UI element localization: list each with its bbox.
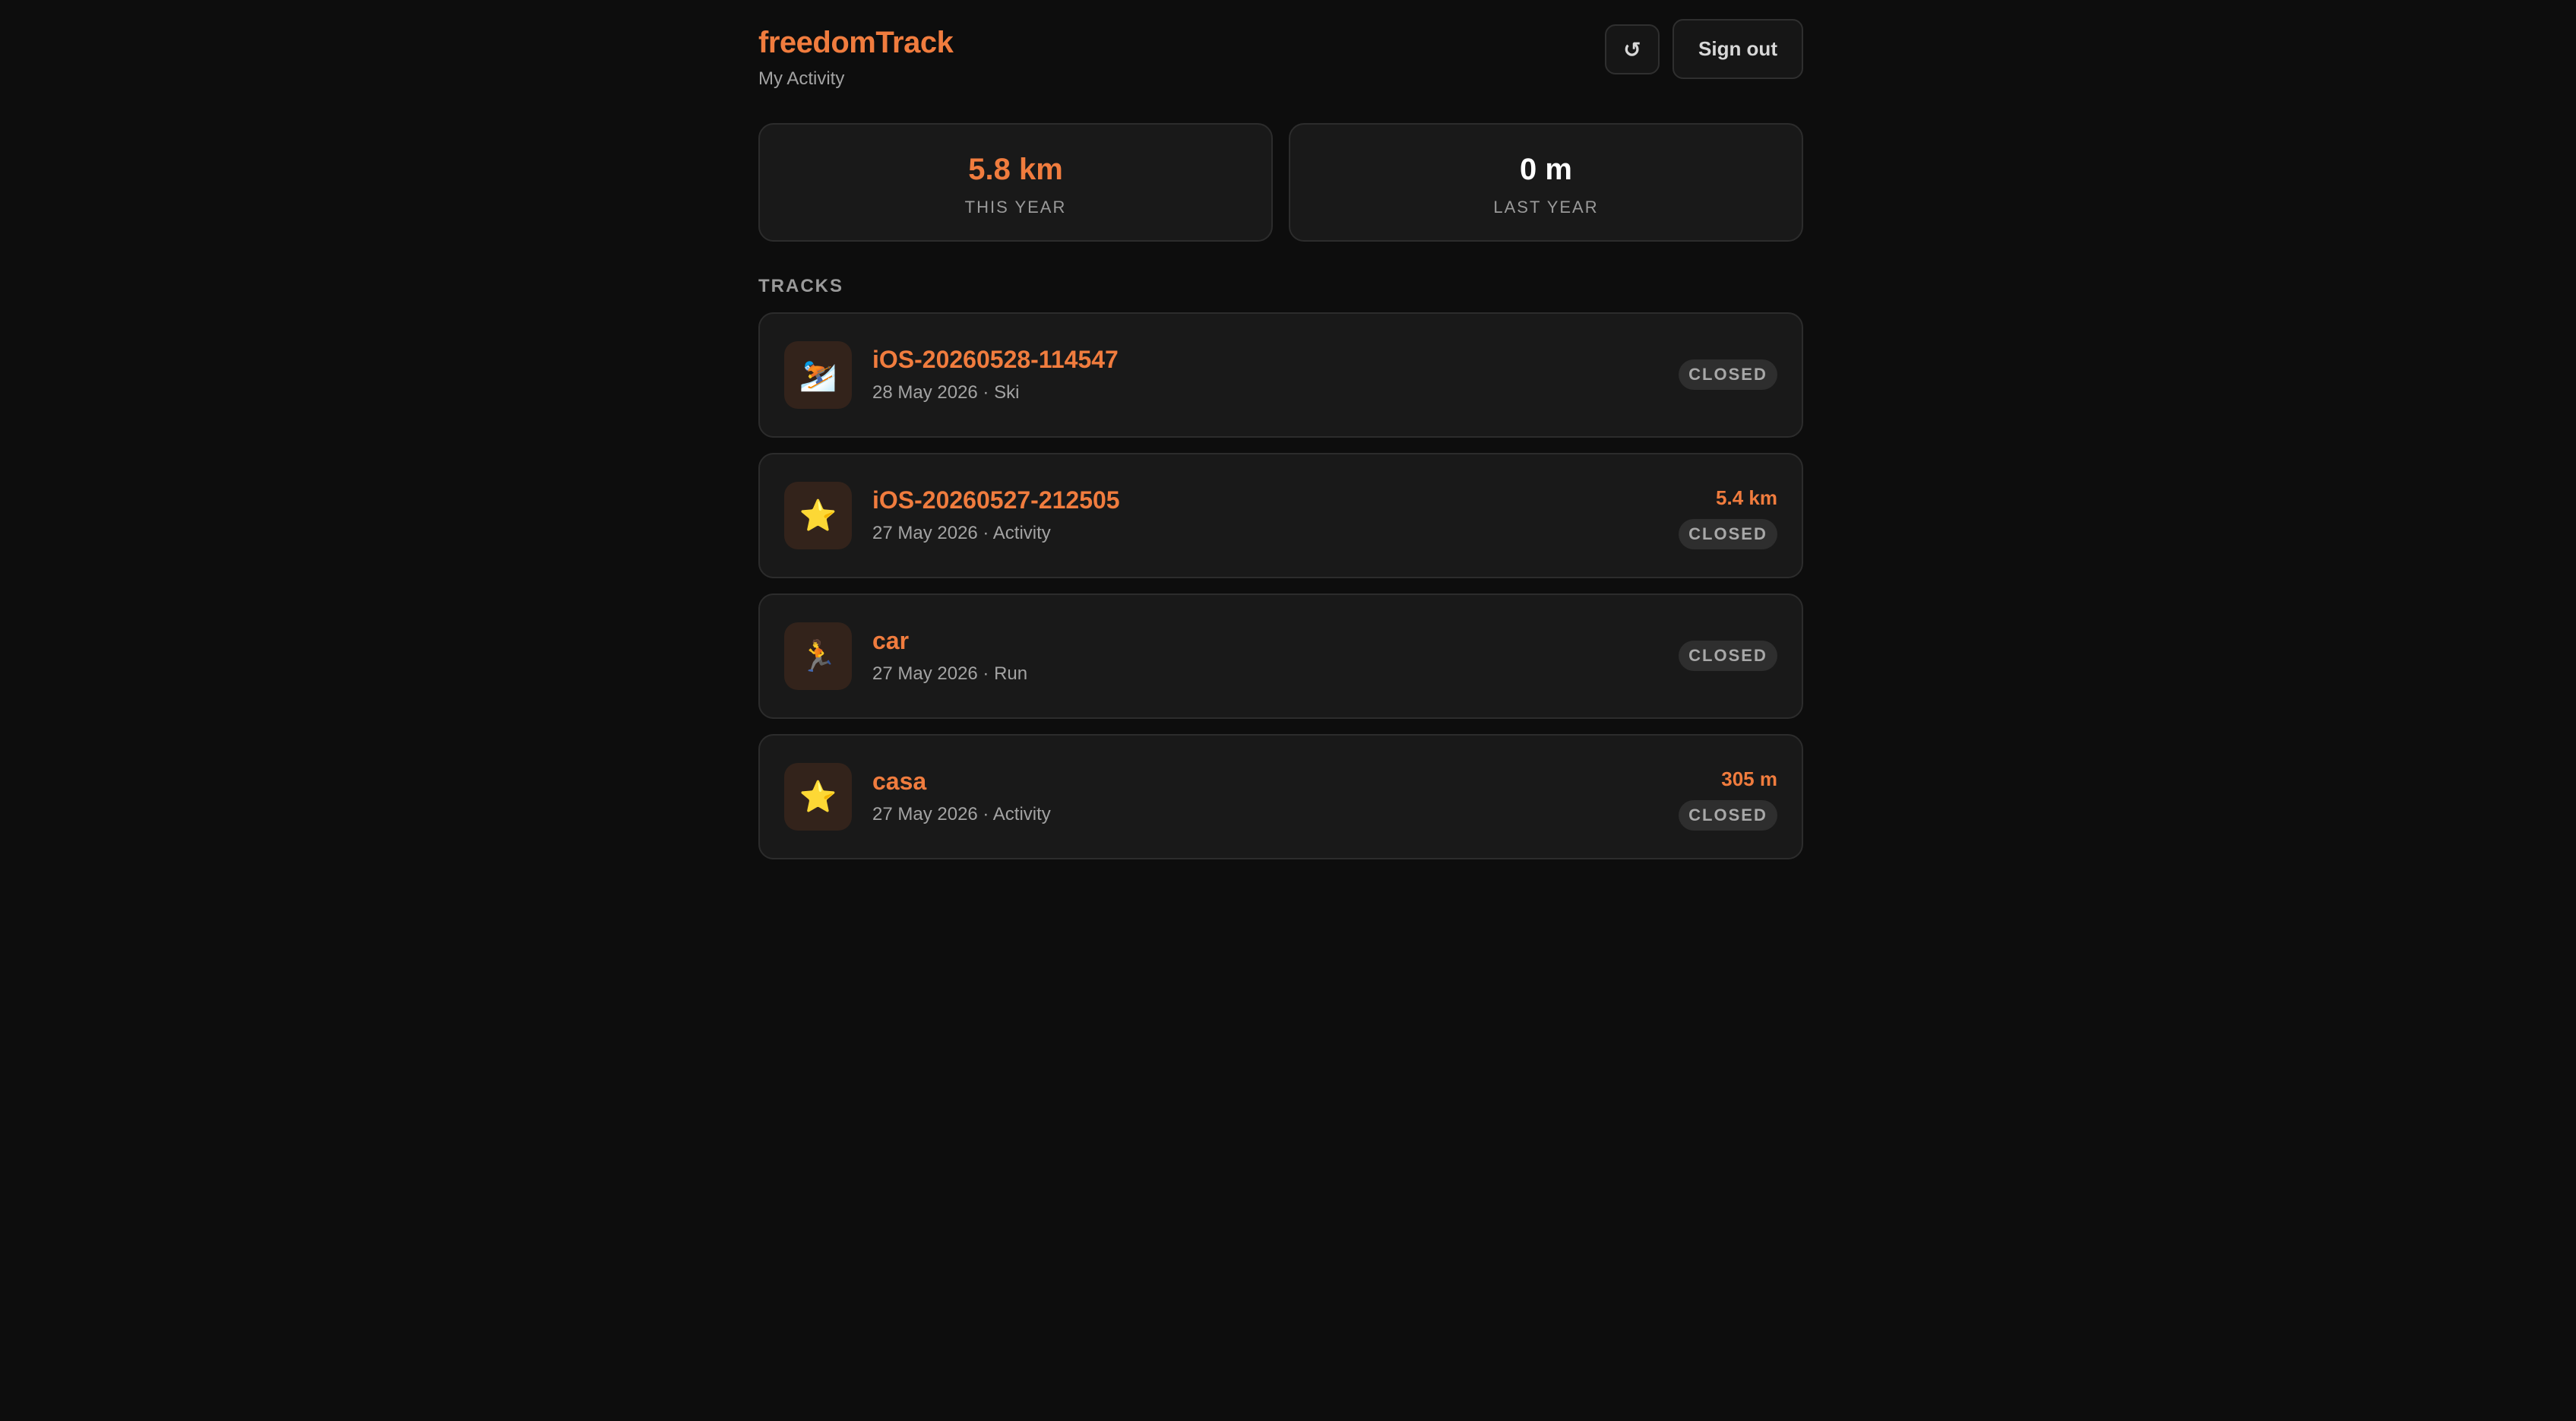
track-distance: 5.4 km xyxy=(1716,486,1777,509)
stat-card-last-year: 0 m LAST YEAR xyxy=(1289,123,1803,242)
track-item[interactable]: ⭐ casa 27 May 2026 · Activity 305 m CLOS… xyxy=(758,734,1803,859)
app-title: freedomTrack xyxy=(758,26,954,59)
page-subtitle: My Activity xyxy=(758,68,845,89)
runner-icon: 🏃 xyxy=(784,622,852,690)
stats-row: 5.8 km THIS YEAR 0 m LAST YEAR xyxy=(758,123,1803,242)
track-name[interactable]: iOS-20260527-212505 xyxy=(872,485,1120,515)
stat-label-this-year: THIS YEAR xyxy=(964,198,1067,217)
track-distance: 305 m xyxy=(1721,767,1777,790)
app-header: freedomTrack My Activity ↺ Sign out xyxy=(758,0,1803,123)
refresh-icon: ↺ xyxy=(1623,37,1641,62)
track-item[interactable]: ⛷️ iOS-20260528-114547 28 May 2026 · Ski… xyxy=(758,312,1803,438)
status-badge: CLOSED xyxy=(1679,800,1777,831)
track-meta: 28 May 2026 · Ski xyxy=(872,382,1020,403)
app-page: freedomTrack My Activity ↺ Sign out 5.8 … xyxy=(758,0,1803,859)
track-item[interactable]: ⭐ iOS-20260527-212505 27 May 2026 · Acti… xyxy=(758,453,1803,578)
track-name[interactable]: car xyxy=(872,625,909,656)
track-item[interactable]: 🏃 car 27 May 2026 · Run CLOSED xyxy=(758,593,1803,719)
track-name[interactable]: casa xyxy=(872,766,926,796)
tracks-section-label: TRACKS xyxy=(758,276,843,296)
status-badge: CLOSED xyxy=(1679,359,1777,390)
sign-out-button[interactable]: Sign out xyxy=(1673,19,1803,79)
refresh-button[interactable]: ↺ xyxy=(1605,24,1660,74)
stat-card-this-year: 5.8 km THIS YEAR xyxy=(758,123,1273,242)
track-name[interactable]: iOS-20260528-114547 xyxy=(872,344,1119,375)
track-meta: 27 May 2026 · Activity xyxy=(872,523,1051,543)
skier-icon: ⛷️ xyxy=(784,341,852,409)
track-meta: 27 May 2026 · Run xyxy=(872,663,1028,684)
status-badge: CLOSED xyxy=(1679,519,1777,549)
star-icon: ⭐ xyxy=(784,763,852,831)
stat-value-this-year: 5.8 km xyxy=(968,153,1063,186)
track-meta: 27 May 2026 · Activity xyxy=(872,804,1051,824)
star-icon: ⭐ xyxy=(784,482,852,549)
stat-value-last-year: 0 m xyxy=(1520,153,1572,186)
stat-label-last-year: LAST YEAR xyxy=(1493,198,1599,217)
status-badge: CLOSED xyxy=(1679,641,1777,671)
